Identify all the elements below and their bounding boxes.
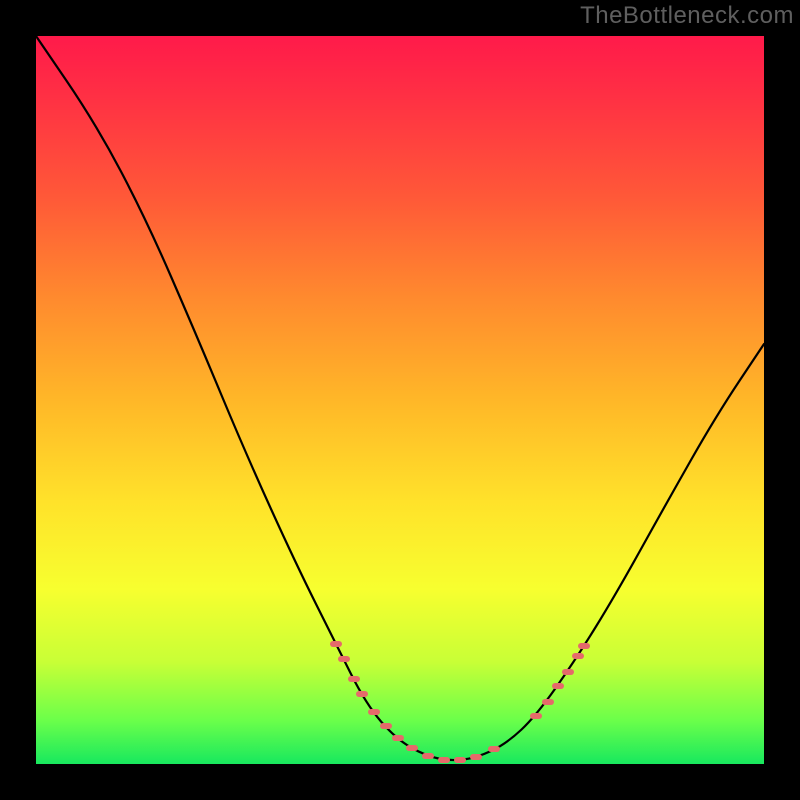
chart-svg [36,36,764,764]
highlight-dots [330,641,590,763]
chart-container: TheBottleneck.com [0,0,800,800]
curve-main [36,36,764,760]
watermark-text: TheBottleneck.com [580,2,794,30]
plot-area [36,36,764,764]
